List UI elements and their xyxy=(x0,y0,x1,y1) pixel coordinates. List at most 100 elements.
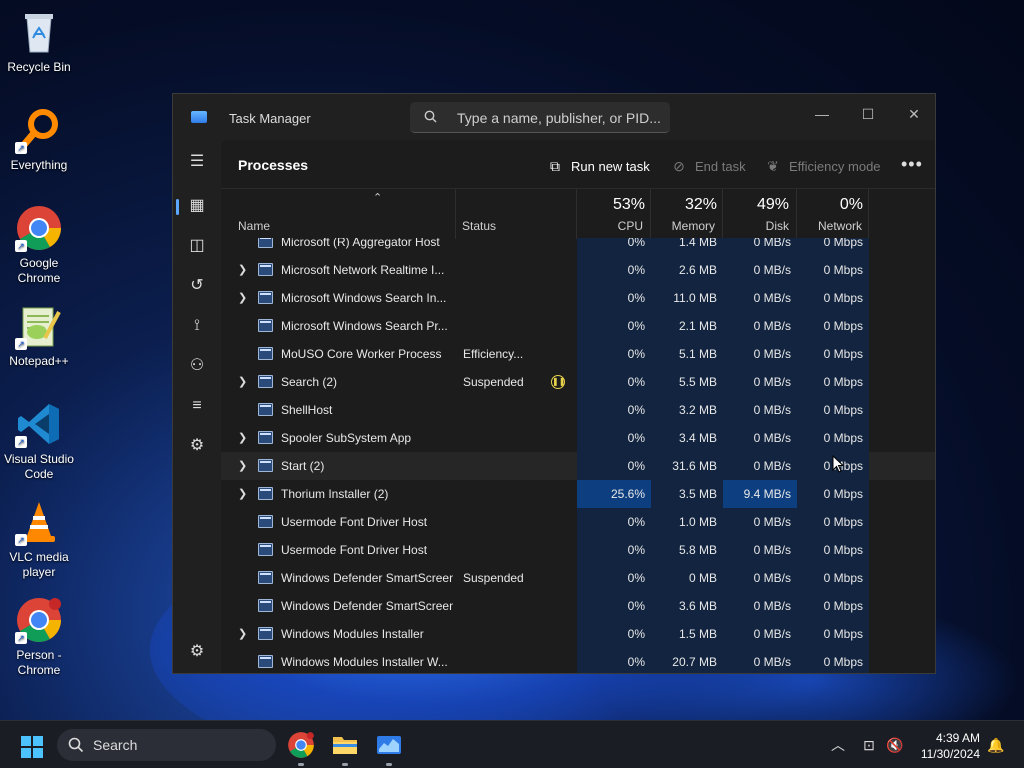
process-row[interactable]: ❯ Microsoft Network Realtime I... 0% 2.6 MB… xyxy=(221,256,935,284)
more-options-button[interactable]: ••• xyxy=(901,154,923,175)
process-cpu: 25.6% xyxy=(577,480,651,508)
minimize-button[interactable]: — xyxy=(799,100,845,128)
shortcut-arrow-icon: ↗ xyxy=(15,338,27,350)
suspended-pause-icon: ❚❚ xyxy=(551,375,565,389)
startup-apps-nav-icon[interactable]: ⟟ xyxy=(187,316,207,336)
process-memory: 31.6 MB xyxy=(651,452,723,480)
app-history-nav-icon[interactable]: ↺ xyxy=(187,276,207,296)
taskbar-file-explorer-button[interactable] xyxy=(331,731,359,766)
process-network: 0 Mbps xyxy=(797,238,869,256)
cpu-total: 53% xyxy=(612,196,645,213)
network-icon[interactable]: ⊡ xyxy=(860,736,878,754)
process-row[interactable]: Windows Defender SmartScreen Suspended 0% 0… xyxy=(221,564,935,592)
process-cpu: 0% xyxy=(577,368,651,396)
process-name: Microsoft Windows Search Pr... xyxy=(281,319,448,333)
process-disk: 0 MB/s xyxy=(723,312,797,340)
process-row[interactable]: Usermode Font Driver Host 0% 5.8 MB 0 MB/s 0… xyxy=(221,536,935,564)
expand-chevron-icon[interactable]: ❯ xyxy=(238,375,247,388)
desktop-icon-person-chrome[interactable]: ↗ Person - Chrome xyxy=(1,596,77,678)
process-row[interactable]: Usermode Font Driver Host 0% 1.0 MB 0 MB/s 0… xyxy=(221,508,935,536)
process-cpu: 0% xyxy=(577,592,651,620)
process-row[interactable]: ❯ Spooler SubSystem App 0% 3.4 MB 0 MB/s 0 Mb… xyxy=(221,424,935,452)
volume-muted-icon[interactable]: 🔇 xyxy=(886,736,904,754)
process-app-icon xyxy=(258,263,273,276)
process-cpu: 0% xyxy=(577,256,651,284)
maximize-button[interactable]: ☐ xyxy=(845,100,891,128)
process-name: Thorium Installer (2) xyxy=(281,487,389,501)
desktop-icon-notepad-plus-plus[interactable]: ↗ Notepad++ xyxy=(1,302,77,369)
desktop-icon-vlc[interactable]: ↗ VLC media player xyxy=(1,498,77,580)
process-name: Usermode Font Driver Host xyxy=(281,543,428,557)
taskbar-chrome-button[interactable] xyxy=(287,731,315,766)
expand-chevron-icon[interactable]: ❯ xyxy=(238,627,247,640)
settings-gear-icon[interactable]: ⚙ xyxy=(187,642,207,662)
process-cpu: 0% xyxy=(577,312,651,340)
expand-chevron-icon[interactable]: ❯ xyxy=(238,487,247,500)
process-row[interactable]: ❯ Windows Modules Installer 0% 1.5 MB 0 MB/s… xyxy=(221,620,935,648)
process-row[interactable]: ❯ Search (2) Suspended ❚❚ 0% 5.5 MB 0 MB/s 0 Mb… xyxy=(221,368,935,396)
process-name: ShellHost xyxy=(281,403,333,417)
process-network: 0 Mbps xyxy=(797,508,869,536)
column-cpu[interactable]: CPU xyxy=(577,219,643,233)
clock[interactable]: 4:39 AM 11/30/2024 xyxy=(921,730,980,762)
process-memory: 3.6 MB xyxy=(651,592,723,620)
process-name: Windows Defender SmartScreen xyxy=(281,599,453,613)
expand-chevron-icon[interactable]: ❯ xyxy=(238,459,247,472)
process-status: Suspended xyxy=(463,375,524,389)
sort-ascending-icon: ⌃ xyxy=(373,192,383,204)
show-hidden-icons-chevron-icon[interactable]: ︿ xyxy=(829,736,847,754)
processes-nav-icon[interactable]: ▦ xyxy=(187,196,207,216)
process-disk: 0 MB/s xyxy=(723,592,797,620)
process-row[interactable]: MoUSO Core Worker Process Efficiency... 0%… xyxy=(221,340,935,368)
efficiency-mode-button[interactable]: ❦ Efficiency mode xyxy=(765,158,880,174)
column-disk[interactable]: Disk xyxy=(723,219,789,233)
process-row[interactable]: ❯ Thorium Installer (2) 25.6% 3.5 MB 9.4 MB/… xyxy=(221,480,935,508)
process-network: 0 Mbps xyxy=(797,424,869,452)
taskbar-search-box[interactable]: Search xyxy=(57,729,276,761)
performance-nav-icon[interactable]: ◫ xyxy=(187,236,207,256)
process-disk: 0 MB/s xyxy=(723,452,797,480)
process-row[interactable]: ❯ Microsoft Windows Search In... 0% 11.0 MB… xyxy=(221,284,935,312)
desktop-icon-recycle-bin[interactable]: Recycle Bin xyxy=(1,8,77,75)
process-row[interactable]: ❯ Start (2) 0% 31.6 MB 0 MB/s 0 Mbps xyxy=(221,452,935,480)
hamburger-menu-icon[interactable]: ☰ xyxy=(187,152,207,172)
column-memory[interactable]: Memory xyxy=(651,219,715,233)
desktop-icon-label: VLC media player xyxy=(9,550,69,579)
process-disk: 0 MB/s xyxy=(723,368,797,396)
nav-active-indicator xyxy=(176,199,179,215)
close-button[interactable]: ✕ xyxy=(891,100,935,128)
process-name: Microsoft Windows Search In... xyxy=(281,291,447,305)
taskbar-task-manager-button[interactable] xyxy=(375,731,403,766)
desktop-icon-label: Visual Studio Code xyxy=(4,452,74,481)
process-row[interactable]: Windows Defender SmartScreen 0% 3.6 MB 0 MB… xyxy=(221,592,935,620)
process-memory: 3.4 MB xyxy=(651,424,723,452)
disk-total: 49% xyxy=(756,196,789,213)
desktop-icon-everything[interactable]: ↗ Everything xyxy=(1,106,77,173)
process-app-icon xyxy=(258,238,273,248)
title-bar[interactable]: Task Manager Type a name, publisher, or … xyxy=(173,94,935,140)
column-name[interactable]: Name xyxy=(238,219,270,233)
process-row[interactable]: Microsoft Windows Search Pr... 0% 2.1 MB 0 … xyxy=(221,312,935,340)
process-row[interactable]: Windows Modules Installer W... 0% 20.7 MB 0… xyxy=(221,648,935,673)
start-button[interactable] xyxy=(21,736,43,758)
end-task-button[interactable]: ⊘ End task xyxy=(671,158,745,174)
users-nav-icon[interactable]: ⚇ xyxy=(187,356,207,376)
expand-chevron-icon[interactable]: ❯ xyxy=(238,431,247,444)
expand-chevron-icon[interactable]: ❯ xyxy=(238,291,247,304)
process-row[interactable]: ShellHost 0% 3.2 MB 0 MB/s 0 Mbps xyxy=(221,396,935,424)
details-nav-icon[interactable]: ≡ xyxy=(187,396,207,416)
search-input[interactable]: Type a name, publisher, or PID... xyxy=(410,102,670,133)
expand-chevron-icon[interactable]: ❯ xyxy=(238,263,247,276)
page-title: Processes xyxy=(238,157,309,173)
desktop-icon-google-chrome[interactable]: ↗ Google Chrome xyxy=(1,204,77,286)
process-row[interactable]: Microsoft (R) Aggregator Host 0% 1.4 MB 0 M… xyxy=(221,238,935,256)
process-list: Microsoft (R) Aggregator Host 0% 1.4 MB 0 M… xyxy=(221,238,935,673)
desktop-icon-vscode[interactable]: ↗ Visual Studio Code xyxy=(1,400,77,482)
services-nav-icon[interactable]: ⚙ xyxy=(187,436,207,456)
column-status[interactable]: Status xyxy=(462,219,496,233)
windows-logo-icon xyxy=(33,748,43,758)
column-network[interactable]: Network xyxy=(797,219,862,233)
process-cpu: 0% xyxy=(577,508,651,536)
run-new-task-button[interactable]: ⧉ Run new task xyxy=(547,158,650,174)
notification-bell-icon[interactable]: 🔔 xyxy=(987,736,1005,754)
